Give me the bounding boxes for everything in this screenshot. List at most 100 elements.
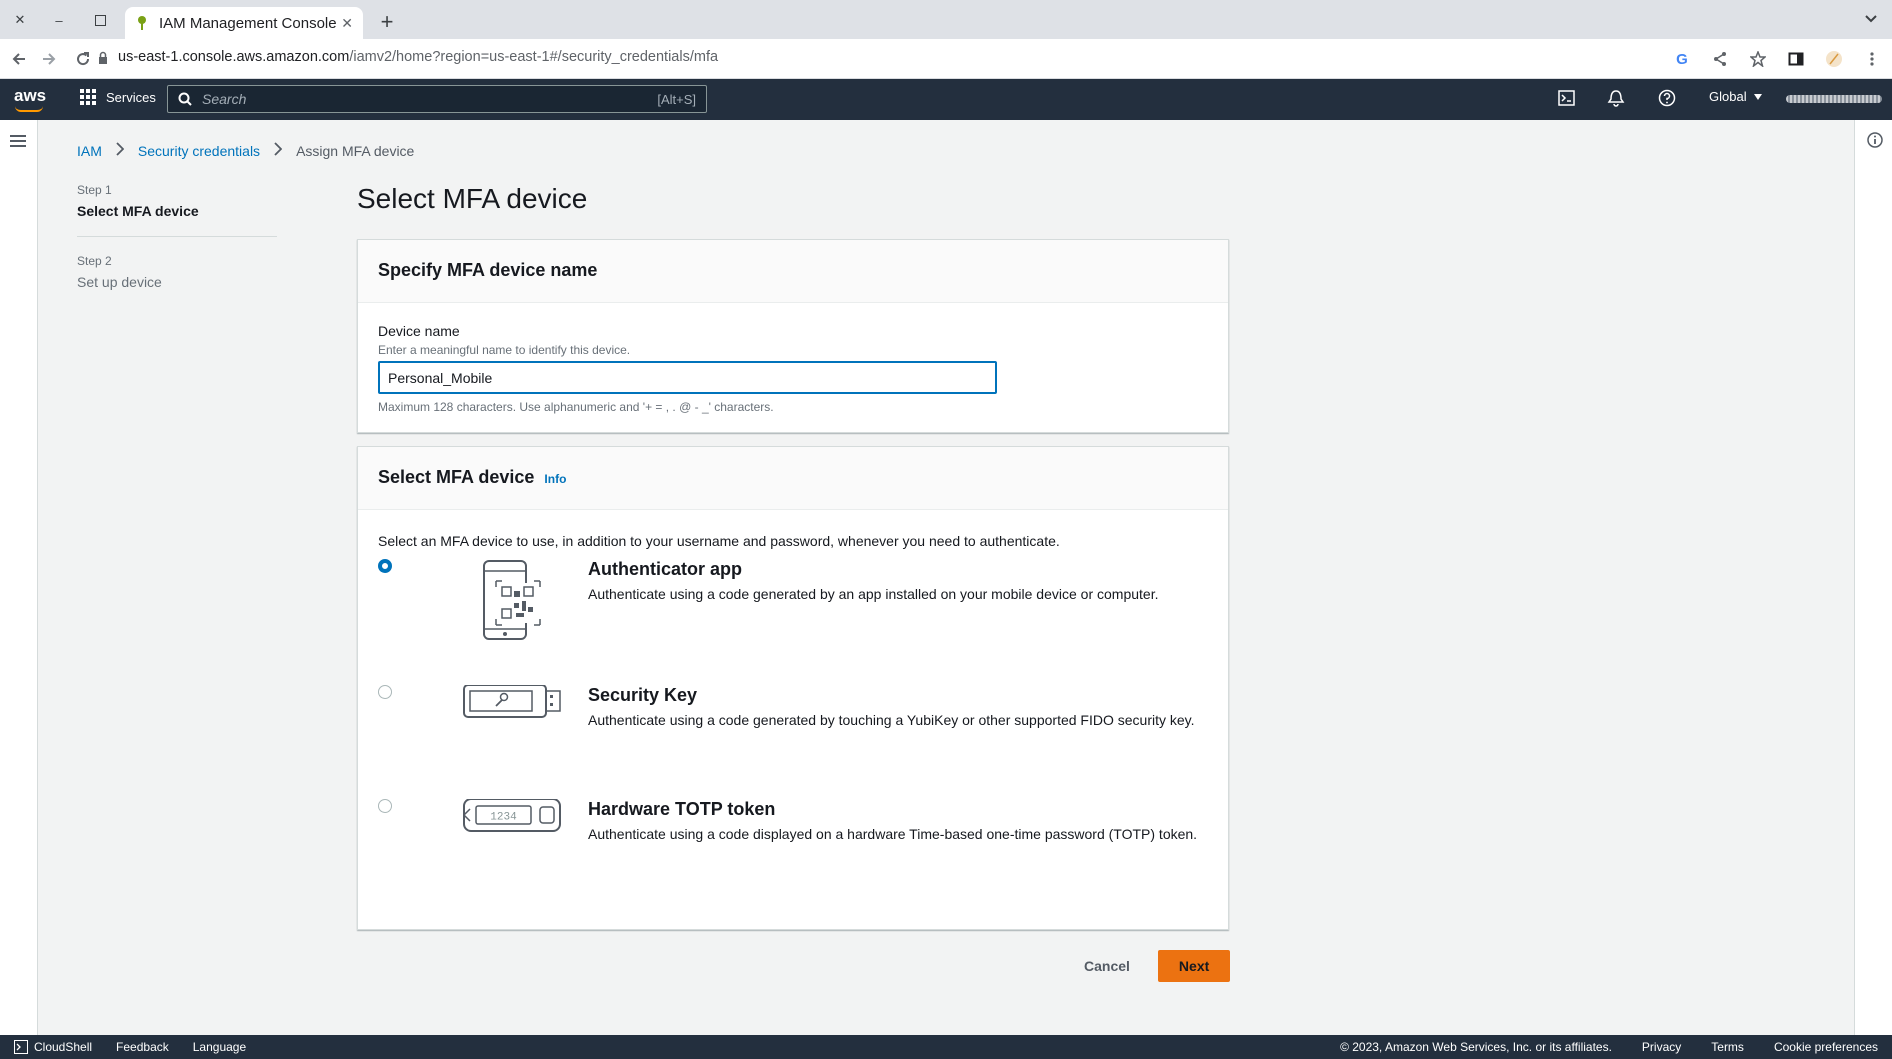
hamburger-menu-icon[interactable] xyxy=(10,134,26,153)
aws-logo[interactable]: aws xyxy=(14,86,46,106)
step-label: Step 1 xyxy=(77,183,112,197)
container-header: Select MFA device Info xyxy=(358,447,1228,510)
search-icon xyxy=(178,92,192,106)
authenticator-app-radio[interactable] xyxy=(378,559,392,573)
option-hardware-totp[interactable]: 1234 Hardware TOTP token Authenticate us… xyxy=(378,799,1208,899)
browser-menu-icon[interactable] xyxy=(1860,47,1884,71)
cloudshell-footer-icon xyxy=(14,1040,28,1054)
security-key-icon xyxy=(463,685,561,718)
hardware-totp-radio[interactable] xyxy=(378,799,392,813)
side-panel-icon[interactable] xyxy=(1784,47,1808,71)
device-name-container: Specify MFA device name Device name Ente… xyxy=(357,239,1229,433)
search-placeholder: Search xyxy=(202,91,247,107)
container-header: Specify MFA device name xyxy=(358,240,1228,303)
page-title: Select MFA device xyxy=(357,183,588,214)
cloudshell-label: CloudShell xyxy=(34,1040,93,1054)
bookmark-star-icon[interactable] xyxy=(1746,47,1770,71)
new-tab-icon[interactable]: + xyxy=(375,9,399,35)
step-label: Step 2 xyxy=(77,254,112,268)
url-path: /iamv2/home?region=us-east-1#/security_c… xyxy=(349,49,719,65)
wizard-step-1: Step 1 Select MFA device xyxy=(77,183,277,219)
breadcrumb: IAM Security credentials Assign MFA devi… xyxy=(77,142,414,159)
account-menu[interactable] xyxy=(1786,95,1882,103)
option-text: Authenticator app Authenticate using a c… xyxy=(588,559,1198,605)
profile-icon[interactable] xyxy=(1822,47,1846,71)
mfa-device-container: Select MFA device Info Select an MFA dev… xyxy=(357,446,1229,930)
option-title: Security Key xyxy=(588,685,698,705)
address-bar: us-east-1.console.aws.amazon.com/iamv2/h… xyxy=(0,39,1892,79)
field-label: Device name xyxy=(378,323,460,339)
services-grid-icon xyxy=(80,89,96,105)
option-description: Authenticate using a code displayed on a… xyxy=(588,826,1198,842)
section-heading: Specify MFA device name xyxy=(378,260,598,280)
option-title: Hardware TOTP token xyxy=(588,799,776,819)
search-shortcut: [Alt+S] xyxy=(657,91,696,107)
window-minimize-icon[interactable]: – xyxy=(48,9,70,31)
reload-icon[interactable] xyxy=(72,48,94,70)
next-button[interactable]: Next xyxy=(1157,950,1231,982)
totp-token-icon: 1234 xyxy=(462,799,561,832)
breadcrumb-security-credentials-link[interactable]: Security credentials xyxy=(138,143,260,159)
forward-arrow-icon[interactable] xyxy=(38,48,60,70)
notifications-bell-icon[interactable] xyxy=(1607,89,1625,107)
tab-title: IAM Management Console xyxy=(159,14,337,32)
step-title: Select MFA device xyxy=(77,203,199,219)
wizard-actions: Cancel Next xyxy=(1064,950,1231,982)
chevron-right-icon xyxy=(116,142,125,159)
token-display-text: 1234 xyxy=(490,812,517,824)
breadcrumb-current: Assign MFA device xyxy=(296,142,415,159)
browser-tab-strip: ✕ – IAM Management Console ✕ + xyxy=(0,0,1892,39)
cloudshell-button[interactable]: CloudShell xyxy=(14,1040,92,1054)
back-arrow-icon[interactable] xyxy=(8,48,30,70)
browser-tab[interactable]: IAM Management Console ✕ xyxy=(125,7,363,39)
services-label: Services xyxy=(106,89,156,105)
tab-list-chevron-icon[interactable] xyxy=(1864,11,1878,29)
url-field[interactable]: us-east-1.console.aws.amazon.com/iamv2/h… xyxy=(118,49,718,65)
step-divider xyxy=(77,236,277,237)
window-maximize-icon[interactable] xyxy=(89,9,111,31)
cookie-preferences-link[interactable]: Cookie preferences xyxy=(1774,1040,1878,1054)
section-heading: Select MFA device xyxy=(378,467,535,487)
tab-close-icon[interactable]: ✕ xyxy=(341,15,353,32)
url-host: us-east-1.console.aws.amazon.com xyxy=(118,49,350,65)
console-footer: CloudShell Feedback Language © 2023, Ama… xyxy=(0,1035,1892,1059)
option-authenticator-app[interactable]: Authenticator app Authenticate using a c… xyxy=(378,559,1208,659)
chevron-right-icon xyxy=(274,142,283,159)
copyright-text: © 2023, Amazon Web Services, Inc. or its… xyxy=(1340,1040,1612,1054)
search-input[interactable]: Search [Alt+S] xyxy=(167,85,707,113)
feedback-link[interactable]: Feedback xyxy=(116,1040,169,1054)
help-panel-strip xyxy=(1854,120,1892,1035)
info-link[interactable]: Info xyxy=(544,472,566,486)
aws-favicon-icon xyxy=(138,16,146,30)
language-link[interactable]: Language xyxy=(193,1040,246,1054)
help-icon[interactable] xyxy=(1658,89,1676,107)
cancel-button[interactable]: Cancel xyxy=(1064,950,1150,982)
google-icon[interactable]: G xyxy=(1670,47,1694,71)
window-close-icon[interactable]: ✕ xyxy=(9,9,31,31)
info-panel-icon[interactable] xyxy=(1867,132,1883,153)
section-intro: Select an MFA device to use, in addition… xyxy=(378,533,1060,549)
option-security-key[interactable]: Security Key Authenticate using a code g… xyxy=(378,685,1208,785)
option-description: Authenticate using a code generated by a… xyxy=(588,586,1159,602)
field-description: Enter a meaningful name to identify this… xyxy=(378,343,631,357)
services-menu-button[interactable]: Services xyxy=(80,89,156,105)
privacy-link[interactable]: Privacy xyxy=(1642,1040,1681,1054)
region-selector[interactable]: Global xyxy=(1709,89,1763,104)
share-icon[interactable] xyxy=(1708,47,1732,71)
device-name-input[interactable]: Personal_Mobile xyxy=(378,361,997,394)
terms-link[interactable]: Terms xyxy=(1711,1040,1744,1054)
region-label: Global xyxy=(1709,89,1747,104)
wizard-step-2: Step 2 Set up device xyxy=(77,254,277,290)
option-text: Security Key Authenticate using a code g… xyxy=(588,685,1198,731)
option-title: Authenticator app xyxy=(588,559,743,579)
aws-top-nav: aws Services Search [Alt+S] Global xyxy=(0,79,1892,120)
aws-logo-smile xyxy=(15,106,43,112)
cloudshell-icon[interactable] xyxy=(1558,89,1576,107)
breadcrumb-iam-link[interactable]: IAM xyxy=(77,143,102,159)
lock-icon[interactable] xyxy=(98,51,108,65)
security-key-radio[interactable] xyxy=(378,685,392,699)
option-description: Authenticate using a code generated by t… xyxy=(588,712,1195,728)
field-constraint: Maximum 128 characters. Use alphanumeric… xyxy=(378,400,774,414)
option-text: Hardware TOTP token Authenticate using a… xyxy=(588,799,1198,845)
side-nav-strip xyxy=(0,120,38,1035)
